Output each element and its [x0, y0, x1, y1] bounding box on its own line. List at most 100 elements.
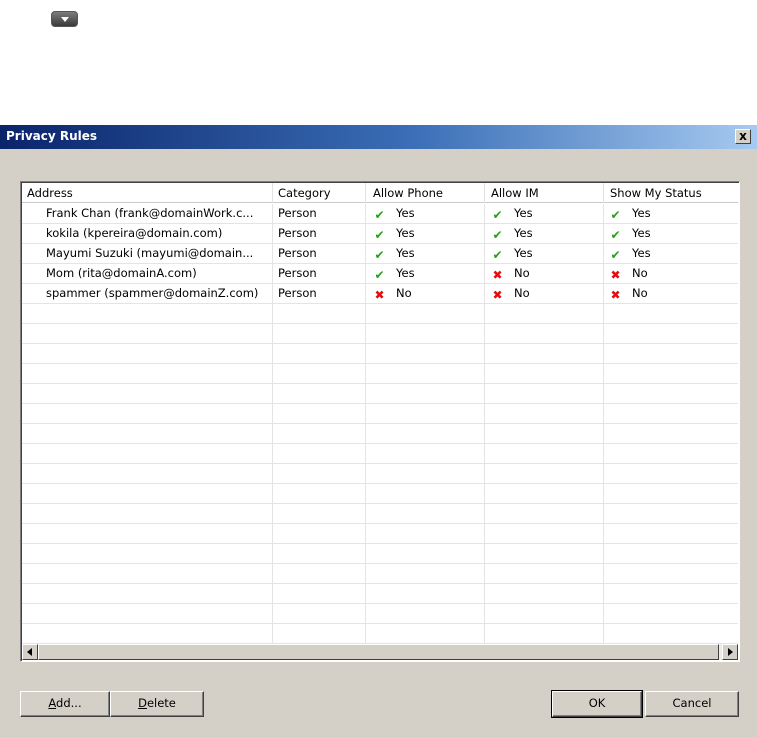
cell-phone: ✖ No [373, 284, 483, 304]
cross-icon: ✖ [492, 268, 503, 282]
list-body: Frank Chan (frank@domainWork.c... Person ✔… [22, 204, 738, 644]
empty-row [22, 604, 738, 624]
cell-value: Yes [514, 206, 533, 220]
check-icon: ✔ [492, 208, 503, 222]
cell-value: No [632, 266, 648, 280]
cell-address: Frank Chan (frank@domainWork.c... [46, 206, 254, 220]
cell-im: ✖ No [491, 264, 601, 284]
ok-button[interactable]: OK [551, 690, 643, 718]
cell-category: Person [278, 206, 317, 220]
empty-row [22, 404, 738, 424]
cell-value: Yes [514, 246, 533, 260]
privacy-rules-dialog: Privacy Rules x Address Category Allow P… [0, 124, 757, 737]
cell-im: ✖ No [491, 284, 601, 304]
arrow-right-icon [728, 648, 733, 656]
check-icon: ✔ [610, 208, 621, 222]
cell-value: Yes [632, 246, 651, 260]
column-header-allow-im[interactable]: Allow IM [485, 183, 604, 203]
column-header-allow-phone[interactable]: Allow Phone [366, 183, 485, 203]
cell-phone: ✔ Yes [373, 224, 483, 244]
table-row[interactable]: Frank Chan (frank@domainWork.c... Person ✔… [22, 204, 738, 224]
column-header-show-my-status[interactable]: Show My Status [604, 183, 739, 203]
cross-icon: ✖ [610, 288, 621, 302]
cross-icon: ✖ [610, 268, 621, 282]
scroll-right-button[interactable] [722, 644, 738, 660]
arrow-left-icon [27, 648, 32, 656]
cross-icon: ✖ [374, 288, 385, 302]
cell-category: Person [278, 246, 317, 260]
cell-category: Person [278, 286, 317, 300]
empty-row [22, 324, 738, 344]
dropdown-widget[interactable] [51, 11, 78, 27]
cell-value: No [396, 286, 412, 300]
check-icon: ✔ [374, 228, 385, 242]
list-header: Address Category Allow Phone Allow IM Sh… [22, 183, 738, 203]
cell-address: spammer (spammer@domainZ.com) [46, 286, 259, 300]
empty-row [22, 624, 738, 644]
cross-icon: ✖ [492, 288, 503, 302]
dialog-title: Privacy Rules [6, 129, 98, 143]
cell-value: No [514, 266, 530, 280]
cell-im: ✔ Yes [491, 224, 601, 244]
cell-phone: ✔ Yes [373, 244, 483, 264]
empty-row [22, 584, 738, 604]
chevron-down-icon [61, 17, 69, 22]
add-button[interactable]: Add... [20, 691, 110, 717]
cell-value: Yes [632, 206, 651, 220]
scroll-thumb[interactable] [38, 644, 719, 660]
cancel-button[interactable]: Cancel [645, 691, 739, 717]
close-button[interactable]: x [735, 129, 751, 144]
check-icon: ✔ [610, 248, 621, 262]
cell-status: ✔ Yes [609, 204, 739, 224]
empty-row [22, 524, 738, 544]
cell-im: ✔ Yes [491, 244, 601, 264]
cell-category: Person [278, 266, 317, 280]
cell-phone: ✔ Yes [373, 204, 483, 224]
cell-status: ✖ No [609, 264, 739, 284]
cell-category: Person [278, 226, 317, 240]
cell-value: Yes [514, 226, 533, 240]
close-icon: x [739, 129, 747, 143]
cell-value: Yes [396, 226, 415, 240]
delete-button[interactable]: Delete [110, 691, 204, 717]
check-icon: ✔ [610, 228, 621, 242]
table-row[interactable]: Mom (rita@domainA.com) Person ✔ Yes ✖ No ✖ No [22, 264, 738, 284]
cell-value: No [514, 286, 530, 300]
empty-row [22, 564, 738, 584]
empty-row [22, 484, 738, 504]
cell-value: Yes [396, 266, 415, 280]
empty-row [22, 364, 738, 384]
empty-row [22, 304, 738, 324]
cell-address: Mom (rita@domainA.com) [46, 266, 197, 280]
cell-value: Yes [396, 246, 415, 260]
empty-row [22, 504, 738, 524]
check-icon: ✔ [492, 248, 503, 262]
empty-row [22, 444, 738, 464]
check-icon: ✔ [374, 268, 385, 282]
cell-status: ✖ No [609, 284, 739, 304]
cell-status: ✔ Yes [609, 224, 739, 244]
check-icon: ✔ [492, 228, 503, 242]
title-bar: Privacy Rules x [0, 125, 757, 149]
table-row[interactable]: Mayumi Suzuki (mayumi@domain... Person ✔ Ye… [22, 244, 738, 264]
cell-phone: ✔ Yes [373, 264, 483, 284]
empty-row [22, 544, 738, 564]
column-header-address[interactable]: Address [22, 183, 273, 203]
empty-row [22, 464, 738, 484]
cell-status: ✔ Yes [609, 244, 739, 264]
check-icon: ✔ [374, 208, 385, 222]
check-icon: ✔ [374, 248, 385, 262]
empty-row [22, 344, 738, 364]
cell-value: No [632, 286, 648, 300]
scroll-left-button[interactable] [22, 644, 38, 660]
cell-value: Yes [632, 226, 651, 240]
empty-row [22, 384, 738, 404]
cell-address: Mayumi Suzuki (mayumi@domain... [46, 246, 254, 260]
cell-im: ✔ Yes [491, 204, 601, 224]
table-row[interactable]: spammer (spammer@domainZ.com) Person ✖ No ✖ N… [22, 284, 738, 304]
column-header-category[interactable]: Category [273, 183, 366, 203]
empty-row [22, 424, 738, 444]
rules-list[interactable]: Address Category Allow Phone Allow IM Sh… [20, 181, 740, 662]
horizontal-scrollbar[interactable] [22, 644, 738, 660]
table-row[interactable]: kokila (kpereira@domain.com) Person ✔ Yes ✔ Y… [22, 224, 738, 244]
